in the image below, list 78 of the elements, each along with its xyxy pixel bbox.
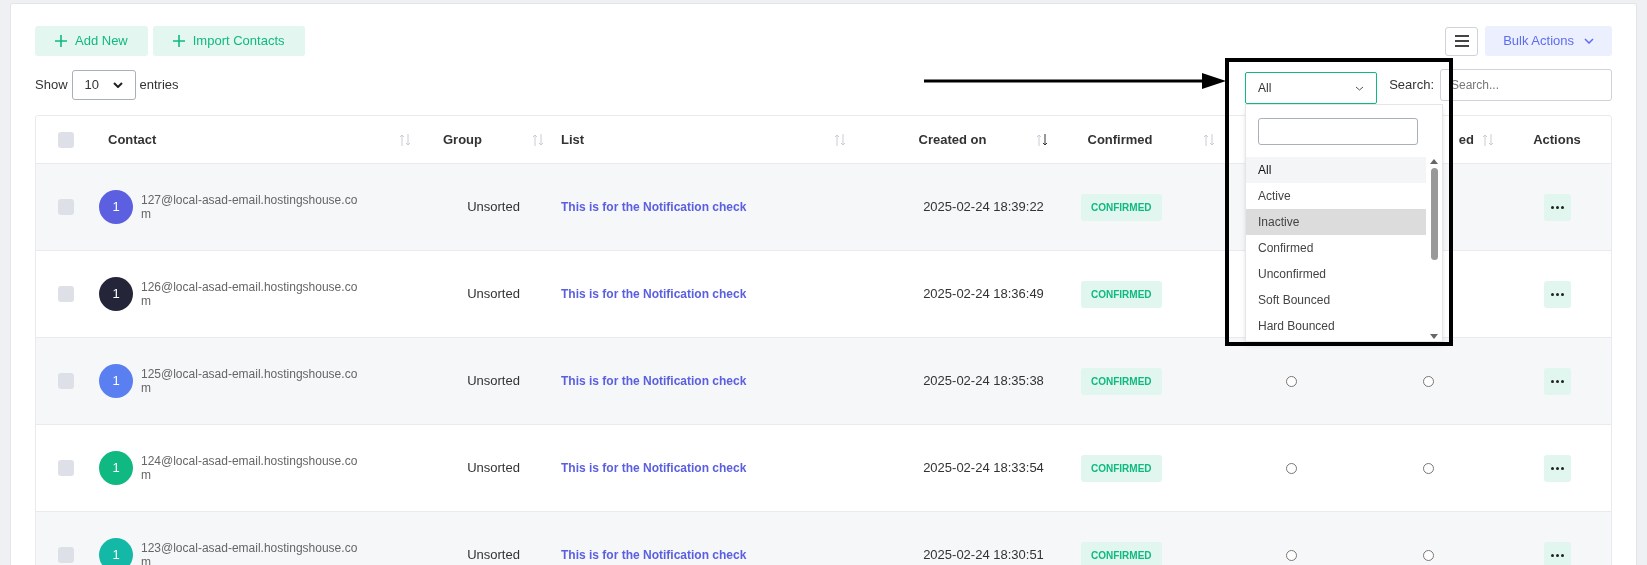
avatar: 1 [99, 451, 133, 485]
more-icon [1550, 292, 1564, 296]
more-icon [1550, 553, 1564, 557]
show-label: Show [35, 76, 68, 95]
row-checkbox[interactable] [58, 547, 74, 563]
chevron-down-icon [1355, 85, 1364, 91]
chevron-down-icon [112, 82, 123, 88]
status-badge: CONFIRMED [1081, 280, 1162, 308]
list-link[interactable]: This is for the Notification check [561, 548, 747, 563]
radio-button[interactable] [1285, 462, 1297, 474]
column-header: Confirmed [1087, 130, 1153, 149]
list-link[interactable]: This is for the Notification check [561, 200, 747, 215]
radio-button[interactable] [1423, 549, 1434, 561]
status-badge: CONFIRMED [1081, 454, 1162, 482]
row-checkbox[interactable] [58, 199, 74, 215]
column-header: Actions [1533, 130, 1581, 149]
more-icon [1550, 466, 1564, 470]
created-date: 2025-02-24 18:36:49 [923, 285, 1044, 304]
column-header: Contact [108, 130, 157, 149]
column-header: Group [443, 130, 482, 149]
group-name: Unsorted [467, 285, 520, 304]
avatar: 1 [99, 364, 133, 398]
row-checkbox[interactable] [58, 373, 74, 389]
contact-email: 127@local-asad-email.hostingshouse.com [141, 193, 359, 221]
sort-icon[interactable] [834, 132, 846, 147]
entries-label: entries [139, 76, 179, 95]
contact-email: 124@local-asad-email.hostingshouse.com [141, 454, 359, 482]
status-badge: CONFIRMED [1081, 541, 1162, 565]
sort-icon[interactable] [399, 132, 411, 147]
avatar: 1 [99, 190, 133, 224]
more-icon [1550, 379, 1564, 383]
list-link[interactable]: This is for the Notification check [561, 374, 747, 389]
radio-button[interactable] [1423, 462, 1434, 474]
status-filter-select[interactable]: All [1245, 72, 1377, 104]
list-link[interactable]: This is for the Notification check [561, 287, 747, 302]
created-date: 2025-02-24 18:35:38 [923, 372, 1044, 391]
group-name: Unsorted [467, 546, 520, 565]
radio-button[interactable] [1423, 375, 1434, 387]
column-header: ed [1458, 130, 1474, 149]
radio-button[interactable] [1285, 549, 1297, 561]
group-name: Unsorted [467, 459, 520, 478]
search-field[interactable]: Search... [1440, 69, 1612, 101]
page-size-select[interactable]: 10 [71, 70, 136, 100]
search-label: Search: [1389, 76, 1434, 95]
dropdown-option[interactable]: Inactive [1246, 209, 1426, 235]
radio-button[interactable] [1285, 375, 1297, 387]
status-badge: CONFIRMED [1081, 193, 1162, 221]
bulk-actions-button[interactable]: Bulk Actions [1485, 26, 1612, 56]
plus-icon [55, 35, 67, 47]
row-checkbox[interactable] [58, 460, 74, 476]
sort-icon[interactable] [1482, 132, 1494, 147]
contact-email: 126@local-asad-email.hostingshouse.com [141, 280, 359, 308]
created-date: 2025-02-24 18:30:51 [923, 546, 1044, 565]
status-badge: CONFIRMED [1081, 367, 1162, 395]
row-checkbox[interactable] [58, 286, 74, 302]
column-header: Created on [918, 130, 987, 149]
contact-email: 125@local-asad-email.hostingshouse.com [141, 367, 359, 395]
menu-button[interactable] [1445, 26, 1479, 56]
group-name: Unsorted [467, 372, 520, 391]
avatar: 1 [99, 277, 133, 311]
sort-icon[interactable] [1036, 132, 1049, 147]
dropdown-option[interactable]: All [1246, 157, 1426, 183]
sort-icon[interactable] [1202, 132, 1215, 147]
sort-icon[interactable] [532, 132, 544, 147]
more-button[interactable] [1543, 541, 1571, 565]
column-header: List [561, 130, 585, 149]
plus-icon [172, 35, 185, 47]
created-date: 2025-02-24 18:39:22 [923, 198, 1044, 217]
dropdown-search-field[interactable] [1258, 118, 1418, 145]
created-date: 2025-02-24 18:33:54 [923, 459, 1044, 478]
avatar: 1 [99, 538, 133, 565]
chevron-down-icon [1584, 38, 1594, 44]
more-icon [1550, 205, 1564, 209]
scrollbar-thumb[interactable] [1430, 168, 1438, 260]
menu-icon [1454, 35, 1469, 47]
group-name: Unsorted [467, 198, 520, 217]
row-checkbox[interactable] [58, 131, 74, 148]
list-link[interactable]: This is for the Notification check [561, 461, 747, 476]
